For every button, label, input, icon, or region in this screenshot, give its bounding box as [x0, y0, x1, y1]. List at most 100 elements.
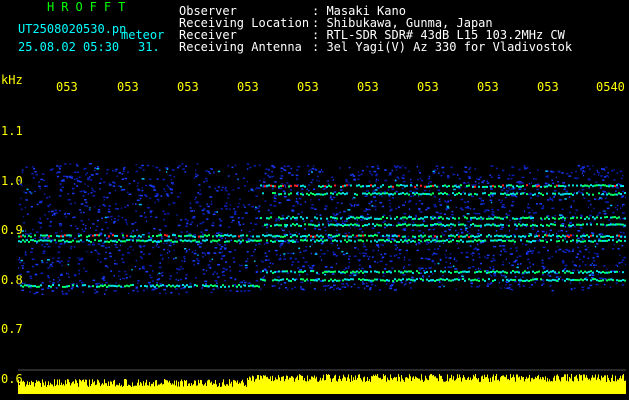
echo-pixel [456, 270, 458, 273]
echo-pixel [500, 239, 502, 242]
meter-bar [45, 381, 46, 394]
noise-speck [68, 289, 70, 292]
meter-bar [464, 377, 465, 394]
echo-pixel [564, 217, 566, 220]
noise-speck [103, 293, 106, 295]
noise-speck [304, 261, 308, 263]
echo-pixel [274, 192, 276, 195]
meter-bar [274, 380, 275, 394]
noise-speck [141, 164, 144, 167]
echo-pixel [168, 284, 170, 287]
noise-speck [49, 196, 51, 198]
noise-speck [316, 175, 319, 178]
noise-speck [77, 263, 80, 265]
noise-speck [563, 251, 567, 254]
echo-pixel [600, 184, 602, 187]
noise-speck [288, 172, 291, 174]
echo-pixel [192, 235, 194, 238]
noise-speck [57, 171, 61, 173]
echo-pixel [576, 234, 578, 237]
echo-pixel [450, 240, 452, 243]
echo-pixel [570, 240, 572, 243]
noise-speck [509, 219, 511, 222]
noise-speck [299, 203, 302, 206]
noise-speck [374, 208, 377, 211]
echo-pixel [448, 234, 450, 237]
echo-pixel [290, 224, 292, 227]
echo-pixel [378, 271, 380, 274]
noise-speck [76, 227, 79, 230]
noise-speck [583, 174, 585, 177]
echo-pixel [440, 240, 442, 243]
echo-pixel [378, 239, 380, 242]
meter-bar [37, 381, 38, 394]
meter-bar [90, 386, 91, 394]
echo-pixel [388, 239, 390, 242]
noise-speck [199, 242, 203, 245]
meter-bar [307, 375, 308, 394]
echo-pixel [504, 234, 506, 237]
echo-pixel [450, 223, 452, 226]
noise-speck [240, 237, 243, 239]
meter-bar [345, 377, 346, 394]
noise-speck [310, 220, 314, 222]
noise-speck [473, 208, 475, 210]
noise-speck [291, 288, 294, 290]
echo-pixel [252, 235, 254, 238]
noise-speck [49, 263, 53, 266]
echo-pixel [368, 217, 370, 220]
echo-pixel [408, 278, 410, 281]
echo-pixel [292, 216, 294, 219]
noise-speck [273, 166, 276, 168]
noise-speck [240, 290, 243, 292]
meter-bar [441, 375, 442, 394]
echo-pixel [434, 223, 436, 226]
meter-bar [595, 374, 596, 394]
echo-pixel [474, 185, 476, 188]
noise-speck [491, 208, 494, 211]
echo-pixel [532, 278, 534, 281]
noise-speck [501, 199, 503, 202]
echo-pixel [412, 192, 414, 195]
noise-speck [621, 195, 625, 197]
noise-speck [137, 282, 139, 284]
noise-speck [391, 197, 394, 199]
noise-speck [68, 257, 71, 259]
meter-bar [545, 376, 546, 394]
echo-pixel [62, 239, 64, 242]
noise-speck [303, 220, 305, 222]
noise-speck [97, 253, 101, 255]
echo-pixel [520, 235, 522, 238]
noise-speck [188, 248, 190, 251]
noise-speck [238, 224, 242, 226]
echo-pixel [520, 279, 522, 282]
meter-bar [251, 380, 252, 394]
echo-pixel [286, 224, 288, 226]
noise-speck [225, 190, 228, 192]
noise-speck [457, 174, 459, 176]
noise-speck [418, 195, 420, 198]
echo-pixel [322, 193, 324, 196]
echo-pixel [254, 239, 256, 242]
noise-speck [545, 170, 548, 172]
echo-pixel [86, 239, 88, 242]
meter-bar [480, 381, 481, 394]
noise-speck [254, 248, 257, 251]
meter-bar [326, 374, 327, 394]
meter-bar [242, 379, 243, 394]
noise-speck [434, 263, 436, 265]
meter-bar [337, 381, 338, 394]
noise-speck [101, 277, 105, 280]
noise-speck [477, 277, 480, 280]
noise-speck [197, 192, 200, 194]
noise-speck [59, 183, 62, 185]
noise-speck [269, 262, 272, 264]
noise-speck [46, 261, 48, 264]
noise-speck [618, 262, 621, 264]
echo-pixel [546, 279, 548, 281]
noise-speck [164, 225, 167, 227]
echo-pixel [396, 240, 398, 243]
noise-speck [250, 222, 252, 224]
noise-speck [437, 262, 440, 265]
noise-speck [453, 188, 456, 191]
